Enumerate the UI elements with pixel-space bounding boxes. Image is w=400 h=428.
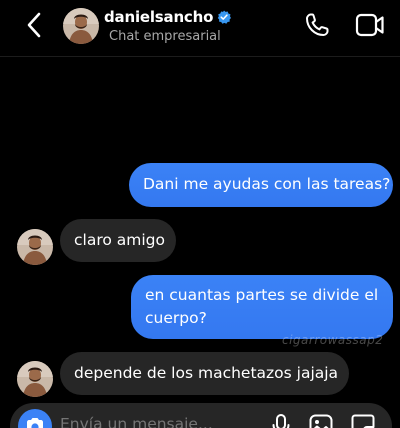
- message-text: Dani me ayudas con las tareas?: [143, 175, 391, 193]
- profile-photo-icon: [17, 361, 53, 397]
- header-title-row[interactable]: danielsancho: [104, 7, 232, 27]
- sender-avatar[interactable]: [17, 229, 53, 265]
- video-camera-icon: [355, 13, 384, 37]
- message-bubble-outgoing[interactable]: en cuantas partes se divide el cuerpo?: [131, 275, 393, 339]
- verified-badge-icon: [218, 10, 232, 24]
- camera-button[interactable]: [18, 409, 52, 428]
- chat-header: danielsancho Chat empresarial: [0, 0, 400, 57]
- gallery-button[interactable]: [308, 413, 334, 428]
- chat-subtitle: Chat empresarial: [109, 29, 221, 44]
- sticker-button[interactable]: [350, 413, 376, 428]
- phone-icon: [306, 13, 329, 36]
- message-text: en cuantas partes se divide el cuerpo?: [145, 286, 379, 327]
- header-avatar[interactable]: [63, 8, 99, 44]
- message-text: depende de los machetazos jajaja: [74, 364, 339, 382]
- contact-username[interactable]: danielsancho: [104, 8, 213, 26]
- message-input[interactable]: [60, 415, 250, 428]
- watermark-text: cigarrowassap2: [282, 333, 384, 347]
- sticker-icon: [351, 414, 375, 428]
- message-bubble-incoming[interactable]: claro amigo: [60, 219, 176, 262]
- message-text: claro amigo: [74, 231, 165, 249]
- chevron-left-icon: [27, 12, 41, 38]
- message-bubble-outgoing[interactable]: Dani me ayudas con las tareas?: [129, 163, 393, 207]
- profile-photo-icon: [63, 8, 99, 44]
- message-bubble-incoming[interactable]: depende de los machetazos jajaja: [60, 352, 349, 395]
- image-icon: [309, 414, 333, 428]
- sender-avatar[interactable]: [17, 361, 53, 397]
- video-call-button[interactable]: [355, 12, 385, 38]
- camera-icon: [27, 418, 43, 428]
- message-composer: [10, 403, 392, 428]
- profile-photo-icon: [17, 229, 53, 265]
- call-button[interactable]: [304, 12, 330, 38]
- chat-screen: danielsancho Chat empresarial Dani me ay…: [0, 0, 400, 428]
- microphone-button[interactable]: [270, 413, 292, 428]
- back-button[interactable]: [20, 10, 48, 40]
- microphone-icon: [272, 414, 290, 428]
